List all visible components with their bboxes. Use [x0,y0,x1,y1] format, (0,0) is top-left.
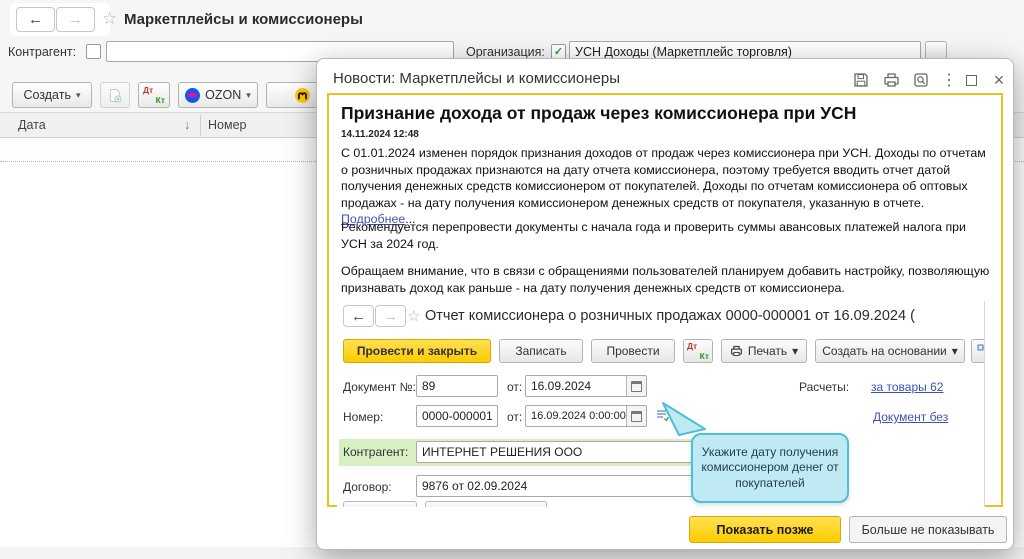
dtkt-icon: ДтКт [687,342,709,360]
print-icon[interactable] [881,70,901,90]
page-title: Маркетплейсы и комиссионеры [124,11,363,28]
show-later-button[interactable]: Показать позже [689,516,841,543]
tooltip-tail [657,401,709,437]
dtkt-icon: Дт Кт [143,86,165,104]
news-paragraph-2: Рекомендуется перепровести документы с н… [341,219,991,252]
shot-document-title: Отчет комиссионера о розничных продажах … [425,308,915,324]
document-link: Документ без [873,410,948,424]
maximize-icon[interactable] [961,70,981,90]
create-label: Создать [23,88,71,102]
caret-down-icon: ▾ [76,90,81,101]
organization-label: Организация: [466,45,545,59]
related-documents-button [971,339,985,363]
counterparty-label: Контрагент: [8,45,76,59]
ozon-button[interactable]: OZON ▾ [178,82,258,108]
write-button: Записать [499,339,583,363]
ozon-label: OZON [205,88,241,102]
copy-document-icon [108,88,122,103]
news-paragraph-3: Обращаем внимание, что в связи с обращен… [341,263,991,296]
back-icon: ← [351,308,366,325]
post-button: Провести [591,339,675,363]
column-number[interactable]: Номер [208,118,246,132]
favorite-star-icon[interactable]: ☆ [102,9,117,29]
forward-button[interactable]: → [56,7,95,32]
print-icon [730,345,743,357]
dont-show-again-button[interactable]: Больше не показывать [849,516,1007,543]
preview-icon[interactable] [911,70,931,90]
shot-back-button: ← [343,305,374,327]
organization-checkbox[interactable]: ✓ [551,44,566,59]
back-button[interactable]: ← [16,7,55,32]
check-icon: ✓ [554,45,563,58]
caret-down-icon: ▾ [952,344,958,358]
print-button: Печать ▾ [721,339,807,363]
copy-document-button[interactable] [100,82,130,108]
date-hint-tooltip: Укажите дату получения комиссионером ден… [691,433,849,503]
ozon-icon [185,88,200,103]
forward-icon: → [68,11,83,28]
doc-no-label: Документ №: [343,380,416,394]
number-datetime-input: 16.09.2024 0:00:00 [525,405,647,427]
contract-input: 9876 от 02.09.2024 [416,475,706,497]
forward-icon: → [383,308,398,325]
caret-down-icon: ▾ [792,344,798,358]
organization-value: УСН Доходы (Маркетплейс торговля) [575,45,792,59]
calendar-icon [626,376,646,396]
from-label: от: [507,410,522,424]
shot-counterparty-label: Контрагент: [343,445,408,459]
news-modal: Новости: Маркетплейсы и комиссионеры ⋮ ×… [316,58,1014,550]
counterparty-checkbox[interactable] [86,44,101,59]
news-heading: Признание дохода от продаж через комисси… [341,103,856,124]
calc-goods-link: за товары 62 [871,380,943,394]
more-menu-icon[interactable]: ⋮ [939,70,959,90]
yandex-market-icon [295,88,310,103]
post-and-close-button: Провести и закрыть [343,339,491,363]
calculations-label: Расчеты: [799,380,849,394]
create-based-on-button: Создать на основании ▾ [815,339,965,363]
shot-forward-button: → [375,305,406,327]
column-divider[interactable] [200,115,201,136]
shot-favorite-star-icon: ☆ [407,307,420,325]
calendar-icon [626,406,646,426]
from-label: от: [507,380,522,394]
news-timestamp: 14.11.2024 12:48 [341,129,419,140]
create-button[interactable]: Создать ▾ [12,82,92,108]
sort-descending-icon: ↓ [184,118,190,132]
doc-date-input: 16.09.2024 [525,375,647,397]
shot-counterparty-input: ИНТЕРНЕТ РЕШЕНИЯ ООО [416,441,706,463]
structure-icon [977,344,985,358]
caret-down-icon: ▾ [246,90,251,101]
save-icon[interactable] [851,70,871,90]
partial-button [343,501,417,507]
news-paragraph-1: С 01.01.2024 изменен порядок признания д… [341,145,991,228]
partial-button [425,501,547,507]
dtkt-postings-button[interactable]: Дт Кт [138,82,170,108]
contract-label: Договор: [343,480,392,494]
shot-dtkt-button: ДтКт [683,339,713,363]
modal-title: Новости: Маркетплейсы и комиссионеры [333,70,620,87]
back-icon: ← [28,11,43,28]
column-date[interactable]: Дата [18,118,46,132]
news-content-box: Признание дохода от продаж через комисси… [327,93,1003,507]
doc-no-input: 89 [416,375,498,397]
number-input: 0000-000001 [416,405,498,427]
close-icon[interactable]: × [989,70,1009,90]
number-label: Номер: [343,410,383,424]
